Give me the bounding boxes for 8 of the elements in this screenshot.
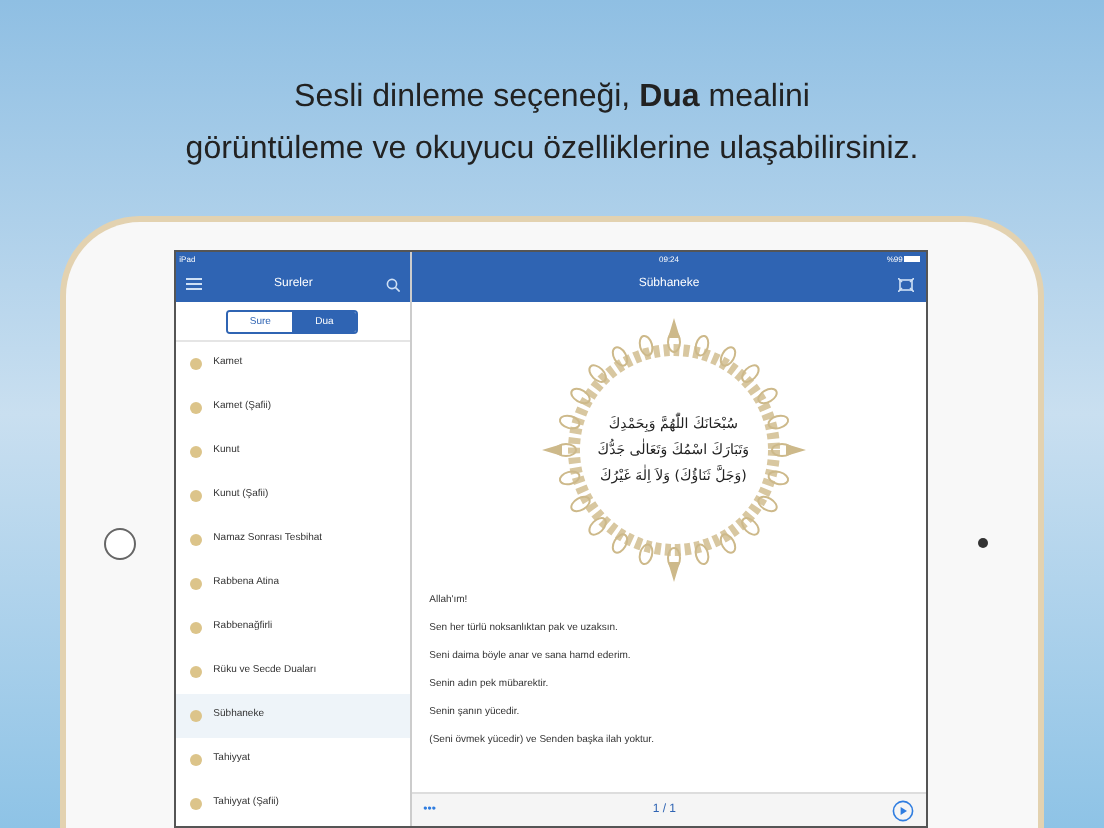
expand-icon[interactable] (898, 277, 915, 291)
menu-icon[interactable] (185, 278, 202, 290)
camera-icon (978, 538, 989, 548)
headline: Sesli dinleme seçeneği, Dua mealini görüntüleme ve okuyucu özelliklerine ulaşabilirsiniz. (183, 78, 921, 170)
battery-icon (904, 256, 921, 262)
search-icon[interactable] (385, 277, 400, 291)
play-icon[interactable] (892, 799, 915, 821)
home-button[interactable] (103, 527, 136, 559)
